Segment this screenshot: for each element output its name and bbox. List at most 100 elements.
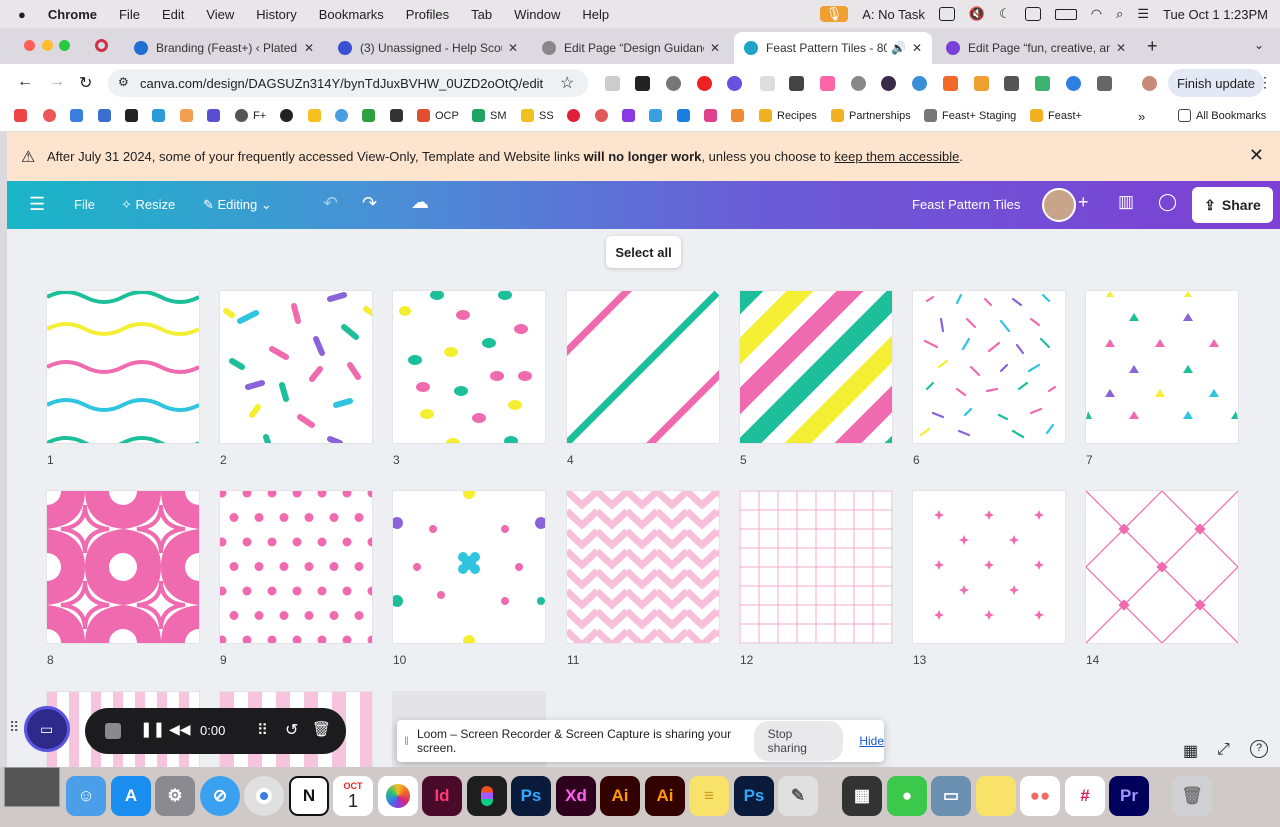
close-tab-icon[interactable]: ✕ [912,41,922,55]
bookmark-asterisk[interactable] [43,109,56,122]
illustrator-2-icon[interactable]: Ai [645,776,685,816]
bookmark-ss[interactable]: SS [521,109,554,122]
keep-accessible-link[interactable]: keep them accessible [834,149,959,164]
help-icon[interactable]: ? [1250,740,1268,758]
control-center-icon[interactable]: ☰ [1137,6,1149,22]
pink-extension-icon[interactable] [820,76,835,91]
xd-icon[interactable]: Xd [556,776,596,816]
tab-help-scout[interactable]: (3) Unassigned - Help Scout ✕ [328,32,528,64]
all-bookmarks[interactable]: All Bookmarks [1178,109,1266,122]
browser-menu-icon[interactable]: ⋮ [1258,74,1272,91]
bookmark-photo[interactable] [649,109,662,122]
green-extension-icon[interactable] [1035,76,1050,91]
calculator-icon[interactable]: ▦ [842,776,882,816]
purple-extension-icon[interactable] [727,76,742,91]
page-tile-7[interactable] [1086,291,1238,443]
bookmark-feast-plus[interactable]: Feast+ [1030,109,1082,122]
page-tile-12[interactable] [740,491,892,643]
page-tile-9[interactable] [220,491,372,643]
bookmark-gmail[interactable] [14,109,27,122]
pause-button[interactable]: ❚❚ [140,720,165,738]
page-tile-5[interactable] [740,291,892,443]
page-tile-11[interactable] [567,491,719,643]
grid-view-icon[interactable]: ▦ [1183,741,1198,761]
address-bar[interactable]: ⚙ canva.com/design/DAGSUZn314Y/bynTdJuxB… [108,69,588,97]
bookmark-w[interactable] [152,109,165,122]
share-button[interactable]: ⇪ Share [1192,187,1273,223]
close-window-icon[interactable] [24,40,35,51]
design-title[interactable]: Feast Pattern Tiles [912,197,1020,212]
menu-bookmarks[interactable]: Bookmarks [319,7,384,22]
bookmark-yellow[interactable] [308,109,321,122]
finder-icon[interactable]: ☺ [66,776,106,816]
wordpress-extension-icon[interactable] [666,76,681,91]
close-banner-icon[interactable]: ✕ [1249,145,1264,166]
close-tab-icon[interactable]: ✕ [304,41,314,55]
new-tab-button[interactable]: + [1147,36,1158,57]
speaker-icon[interactable]: 🔊 [891,41,906,55]
rewind-button[interactable]: ◀◀ [169,721,191,738]
page-tile-3[interactable] [393,291,545,443]
bookmark-blue-c[interactable] [677,109,690,122]
menu-tab[interactable]: Tab [471,7,492,22]
undo-icon[interactable]: ↶ [323,193,338,214]
bookmark-pinterest[interactable] [567,109,580,122]
desktop-thumbnail[interactable] [4,767,60,807]
bookmark-pinwheel[interactable] [180,109,193,122]
resize-button[interactable]: ✧ Resize [121,197,175,213]
page-tile-13[interactable] [913,491,1065,643]
select-all-button[interactable]: Select all [606,236,681,268]
close-tab-icon[interactable]: ✕ [508,41,518,55]
slack-icon[interactable]: # [1065,776,1105,816]
delete-icon[interactable]: 🗑 [312,720,331,738]
page-tile-1[interactable] [47,291,199,443]
page-tile-2[interactable] [220,291,372,443]
photoshop-2-icon[interactable]: Ps [734,776,774,816]
drag-grip-icon[interactable]: ‖ [404,734,409,748]
file-menu[interactable]: File [74,197,95,212]
close-tab-icon[interactable]: ✕ [1116,41,1126,55]
loom-camera-bubble[interactable]: ▭ [24,706,70,752]
eyedropper-extension-icon[interactable] [760,76,775,91]
tab-search-icon[interactable]: ⌄ [1254,38,1264,52]
chrome-icon[interactable] [244,776,284,816]
search-icon[interactable]: ⌕ [1116,6,1123,22]
bookmark-c[interactable] [622,109,635,122]
menu-history[interactable]: History [256,7,296,22]
menu-view[interactable]: View [206,7,234,22]
messages-icon[interactable]: ● [887,776,927,816]
cloud-save-icon[interactable]: ☁ [411,192,429,213]
clock[interactable]: Tue Oct 1 1:23PM [1163,7,1268,22]
tab-design-guidance[interactable]: Edit Page “Design Guidance ✕ [532,32,730,64]
bookmark-ocp[interactable]: OCP [417,109,459,122]
bookmark-dots[interactable] [595,109,608,122]
pen-extension-icon[interactable] [635,76,650,91]
extensions-puzzle-icon[interactable] [1097,76,1112,91]
calendar-icon[interactable]: OCT 1 [333,776,373,816]
minimize-window-icon[interactable] [42,40,53,51]
bookmark-sm[interactable]: SM [472,109,507,122]
bookmark-slash[interactable] [207,109,220,122]
tab-branding[interactable]: Branding (Feast+) ‹ Plated Pr ✕ [124,32,324,64]
canva-extension-icon[interactable] [1066,76,1081,91]
bookmark-star-icon[interactable]: ☆ [560,73,574,93]
safari-icon[interactable]: ⊘ [200,776,240,816]
script-editor-icon[interactable]: ✎ [778,776,818,816]
wifi-icon[interactable]: ◠ [1091,6,1102,22]
bookmark-pink[interactable] [704,109,717,122]
finish-update-button[interactable]: Finish update [1168,69,1264,97]
bookmark-fish[interactable] [731,109,744,122]
bookmark-calendar[interactable] [70,109,83,122]
site-info-icon[interactable]: ⚙ [118,75,129,89]
video-extension-icon[interactable] [1004,76,1019,91]
notes-icon[interactable]: ≡ [689,776,729,816]
stickies-icon[interactable] [976,776,1016,816]
bookmark-notion[interactable] [125,109,138,122]
menu-file[interactable]: File [119,7,140,22]
user-avatar[interactable] [1042,188,1076,222]
bookmark-fplus[interactable]: F+ [235,109,266,122]
bookmark-drop[interactable] [335,109,348,122]
reload-button[interactable]: ↻ [79,73,92,93]
redo-icon[interactable]: ↷ [362,193,377,214]
asana-icon[interactable]: ●● [1020,776,1060,816]
